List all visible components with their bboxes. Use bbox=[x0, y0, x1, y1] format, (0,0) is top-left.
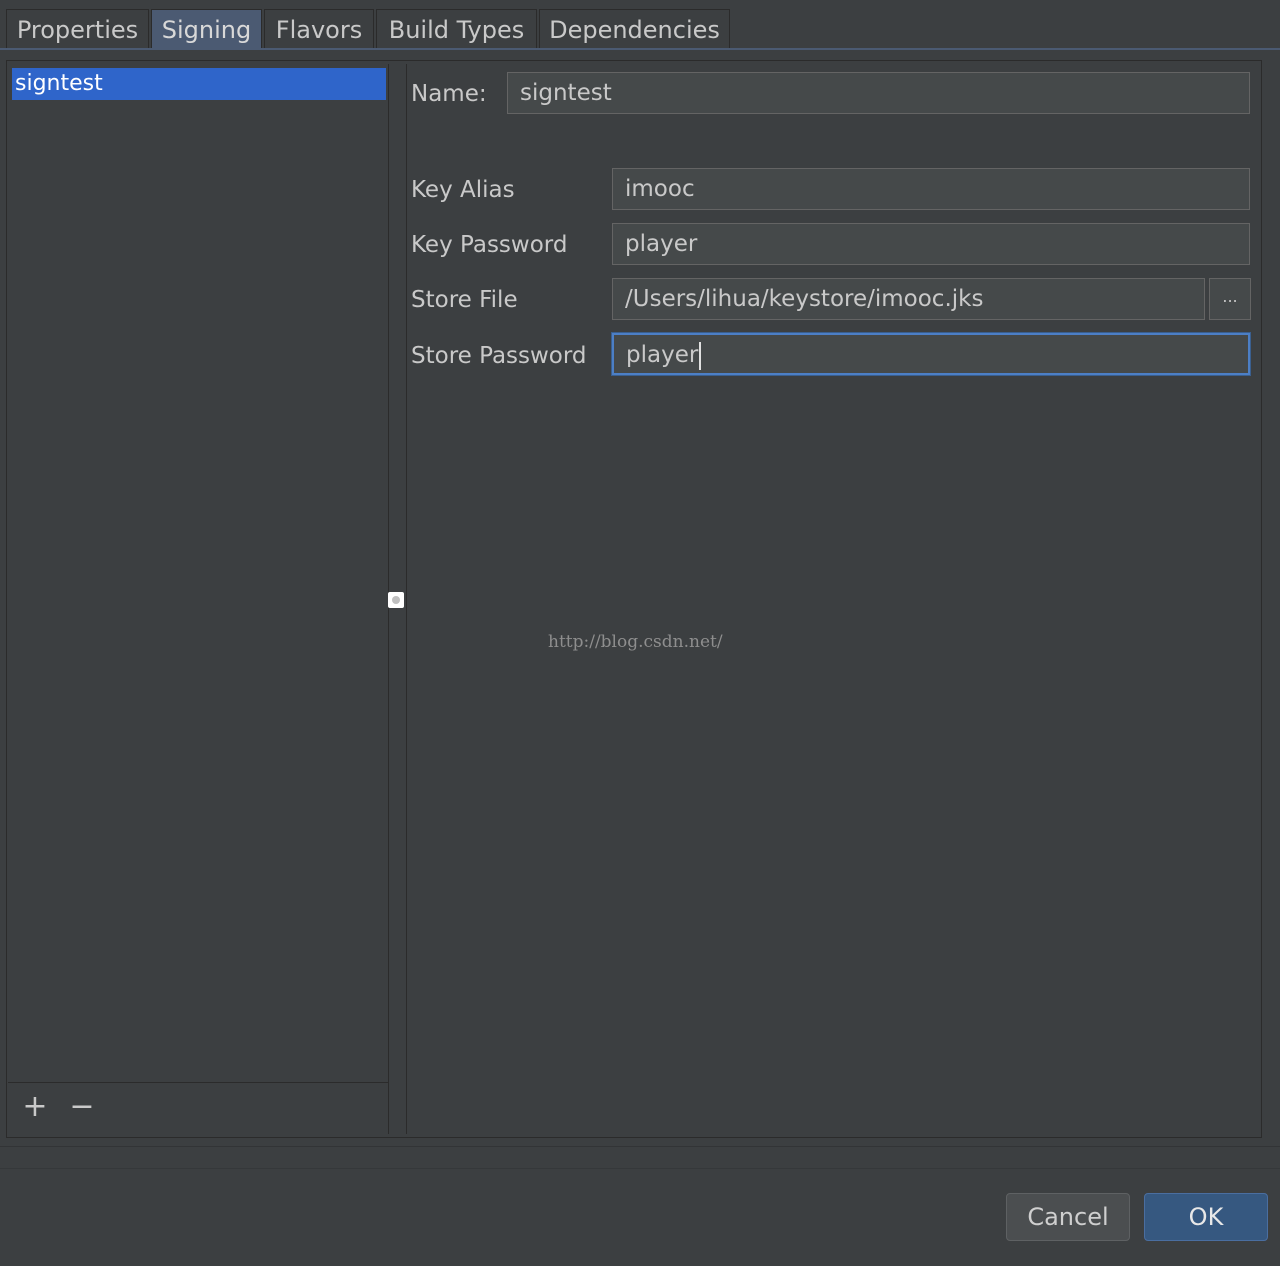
key-alias-field[interactable]: imooc bbox=[612, 168, 1250, 210]
key-password-label: Key Password bbox=[411, 232, 568, 258]
store-password-label: Store Password bbox=[411, 343, 587, 369]
browse-store-file-button[interactable]: ... bbox=[1209, 278, 1251, 320]
splitter-grip-icon bbox=[392, 596, 400, 604]
name-field[interactable]: signtest bbox=[507, 72, 1250, 114]
tab-signing[interactable]: Signing bbox=[151, 9, 262, 49]
tab-dependencies[interactable]: Dependencies bbox=[539, 9, 730, 49]
tab-properties[interactable]: Properties bbox=[6, 9, 149, 49]
store-file-field[interactable]: /Users/lihua/keystore/imooc.jks bbox=[612, 278, 1205, 320]
tab-build-types[interactable]: Build Types bbox=[376, 9, 537, 49]
tab-underline bbox=[0, 48, 1280, 50]
add-config-button[interactable]: + bbox=[20, 1092, 50, 1123]
tab-flavors[interactable]: Flavors bbox=[264, 9, 374, 49]
list-toolbar: + − bbox=[8, 1082, 388, 1135]
store-file-label: Store File bbox=[411, 287, 518, 313]
watermark-text: http://blog.csdn.net/ bbox=[548, 632, 723, 652]
cancel-button[interactable]: Cancel bbox=[1006, 1193, 1130, 1241]
dialog-divider-lower bbox=[0, 1168, 1280, 1169]
text-caret bbox=[699, 341, 702, 370]
store-password-value: player bbox=[626, 342, 699, 368]
list-item-signtest[interactable]: signtest bbox=[12, 68, 386, 100]
key-password-field[interactable]: player bbox=[612, 223, 1250, 265]
ok-button[interactable]: OK bbox=[1144, 1193, 1268, 1241]
tab-bar: Properties Signing Flavors Build Types D… bbox=[0, 0, 1280, 50]
name-label: Name: bbox=[411, 81, 487, 107]
store-password-field[interactable]: player bbox=[612, 333, 1250, 375]
signing-config-list: signtest + − bbox=[8, 64, 389, 1134]
key-alias-label: Key Alias bbox=[411, 177, 515, 203]
signing-config-form: Name: signtest Key Alias imooc Key Passw… bbox=[406, 64, 1259, 1134]
splitter-handle[interactable] bbox=[388, 592, 404, 608]
remove-config-button[interactable]: − bbox=[67, 1092, 97, 1123]
dialog-divider bbox=[0, 1146, 1280, 1147]
